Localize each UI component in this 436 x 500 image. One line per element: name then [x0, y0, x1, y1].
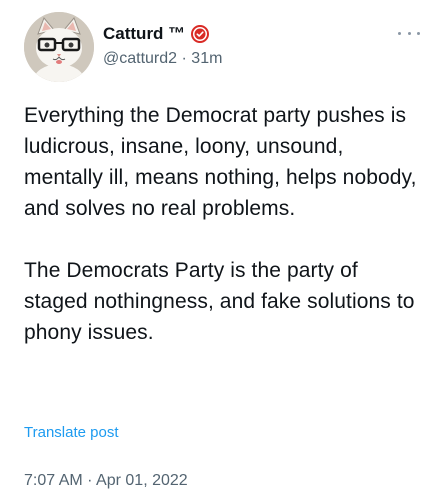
ellipsis-icon[interactable]	[398, 28, 420, 38]
author-name-row: Catturd ™	[103, 22, 210, 46]
meta-separator: ·	[181, 50, 192, 67]
timestamp-date[interactable]: Apr 01, 2022	[96, 472, 188, 489]
translate-post-link[interactable]: Translate post	[24, 424, 119, 441]
cat-avatar-icon[interactable]	[24, 12, 94, 82]
post-timestamp: 7:07 AM · Apr 01, 2022	[24, 472, 188, 490]
timestamp-time[interactable]: 7:07 AM	[24, 472, 83, 489]
author-display-name[interactable]: Catturd ™	[103, 24, 185, 44]
post-card: Catturd ™ @catturd2 · 31m Everything the…	[0, 0, 436, 500]
verified-check-badge-icon	[191, 25, 210, 43]
timestamp-separator: ·	[87, 472, 97, 489]
post-time-ago[interactable]: 31m	[191, 50, 222, 67]
post-paragraph: Everything the Democrat party pushes is …	[24, 104, 417, 220]
post-header: Catturd ™ @catturd2 · 31m	[24, 12, 424, 84]
author-handle[interactable]: @catturd2	[103, 50, 177, 67]
post-body: Everything the Democrat party pushes is …	[24, 100, 424, 348]
ellipsis-dot	[398, 31, 401, 35]
ellipsis-dot	[407, 31, 411, 35]
post-paragraph: The Democrats Party is the party of stag…	[24, 259, 415, 344]
ellipsis-dot	[417, 31, 420, 35]
author-meta-row: @catturd2 · 31m	[103, 50, 222, 68]
